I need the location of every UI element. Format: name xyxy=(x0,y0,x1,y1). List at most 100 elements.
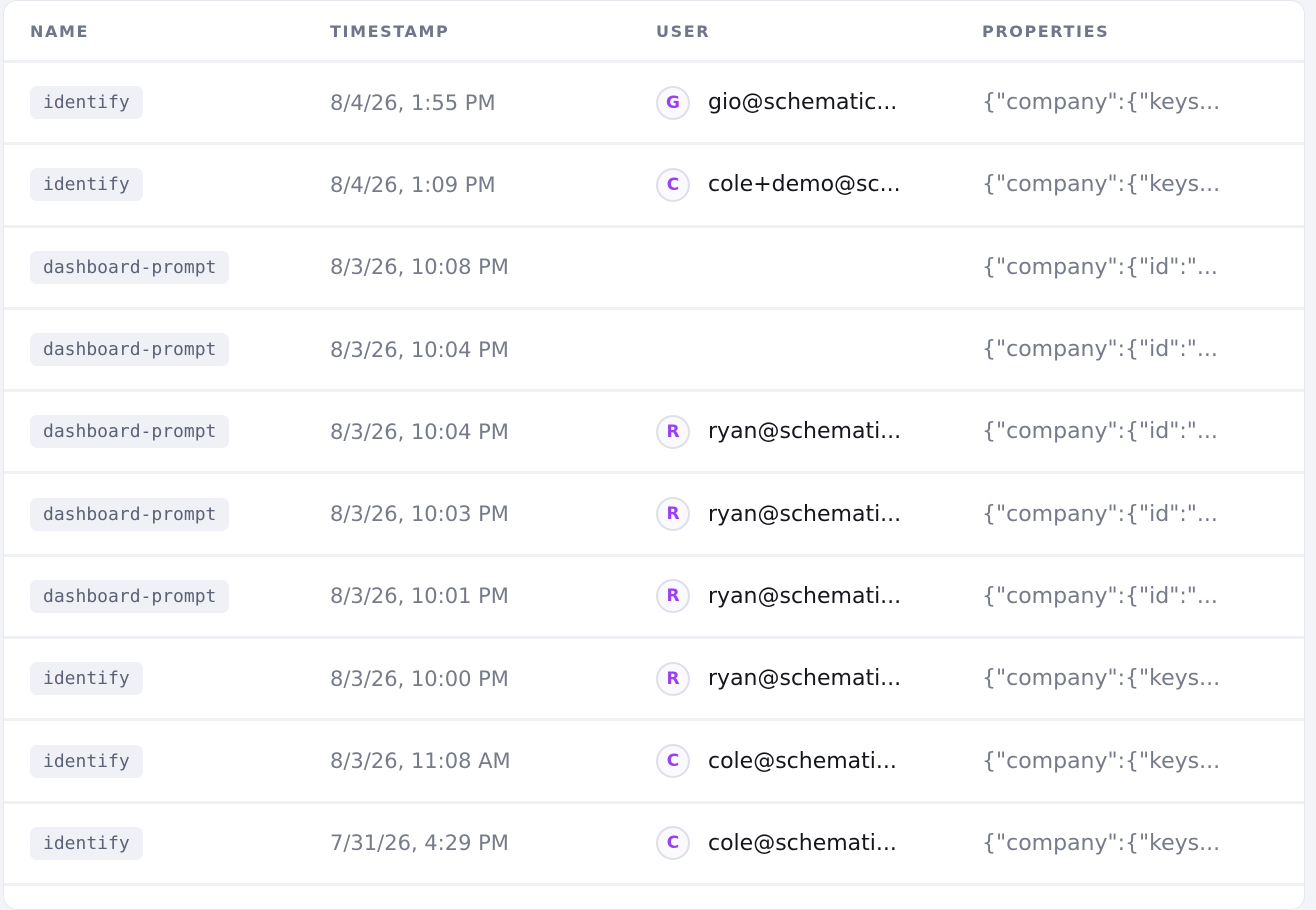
avatar: R xyxy=(656,414,690,449)
cell-timestamp: 8/3/26, 10:00 PM xyxy=(330,667,656,691)
event-name-tag: identify xyxy=(30,662,143,696)
avatar: R xyxy=(656,661,690,696)
cell-properties: {"company":{"keys... xyxy=(982,749,1304,774)
event-name-tag: dashboard-prompt xyxy=(30,250,230,284)
events-table: NAME TIMESTAMP USER PROPERTIES identify 8… xyxy=(3,0,1305,910)
user-email-link[interactable]: gio@schematic... xyxy=(708,90,897,115)
timestamp-text: 7/31/26, 4:29 PM xyxy=(330,831,509,856)
cell-timestamp: 8/3/26, 10:03 PM xyxy=(330,502,656,526)
table-row[interactable]: dashboard-prompt 8/3/26, 10:08 PM {"compan… xyxy=(4,228,1304,310)
cell-properties: {"company":{"id":"... xyxy=(982,502,1304,527)
timestamp-text: 8/3/26, 10:04 PM xyxy=(330,337,509,362)
cell-name: identify xyxy=(4,662,330,696)
properties-json: {"company":{"keys... xyxy=(982,830,1221,856)
cell-user: Rryan@schemati... xyxy=(656,497,982,532)
table-row[interactable]: identify 8/3/26, 11:08 AM Ccole@schemati..… xyxy=(4,721,1304,804)
user-email-link[interactable]: ryan@schemati... xyxy=(708,502,901,527)
cell-name: identify xyxy=(4,826,330,860)
avatar: C xyxy=(656,826,690,861)
event-name-tag: identify xyxy=(30,86,143,120)
properties-json: {"company":{"keys... xyxy=(982,748,1221,774)
column-header-properties[interactable]: PROPERTIES xyxy=(982,22,1304,40)
event-name-tag: dashboard-prompt xyxy=(30,415,230,449)
properties-json: {"company":{"id":"... xyxy=(982,583,1218,609)
cell-user: Ccole@schemati... xyxy=(656,826,982,861)
cell-properties: {"company":{"id":"... xyxy=(982,419,1304,444)
cell-timestamp: 8/3/26, 10:01 PM xyxy=(330,584,656,608)
user-email-link[interactable]: ryan@schemati... xyxy=(708,419,901,444)
properties-json: {"company":{"keys... xyxy=(982,90,1221,116)
timestamp-text: 8/3/26, 10:04 PM xyxy=(330,419,509,444)
avatar: R xyxy=(656,579,690,614)
timestamp-text: 8/3/26, 10:01 PM xyxy=(330,584,509,609)
event-name-tag: identify xyxy=(30,826,143,860)
user-email-link[interactable]: ryan@schemati... xyxy=(708,666,901,691)
cell-name: dashboard-prompt xyxy=(4,415,330,449)
column-header-name[interactable]: NAME xyxy=(4,22,330,40)
timestamp-text: 8/3/26, 10:08 PM xyxy=(330,255,509,280)
properties-json: {"company":{"keys... xyxy=(982,172,1221,198)
cell-properties: {"company":{"id":"... xyxy=(982,584,1304,609)
user-email-link[interactable]: cole@schemati... xyxy=(708,749,897,774)
timestamp-text: 8/3/26, 10:00 PM xyxy=(330,666,509,691)
table-row[interactable]: identify 8/4/26, 1:55 PM Ggio@schematic...… xyxy=(4,63,1304,146)
table-row[interactable]: dashboard-prompt 8/3/26, 10:04 PM {"compan… xyxy=(4,310,1304,393)
table-row[interactable]: dashboard-prompt 8/3/26, 10:01 PM Rryan@sc… xyxy=(4,557,1304,640)
cell-name: dashboard-prompt xyxy=(4,333,330,367)
cell-properties: {"company":{"keys... xyxy=(982,831,1304,856)
column-header-timestamp[interactable]: TIMESTAMP xyxy=(330,22,656,40)
cell-timestamp: 8/3/26, 11:08 AM xyxy=(330,749,656,773)
cell-name: identify xyxy=(4,86,330,120)
properties-json: {"company":{"id":"... xyxy=(982,501,1218,527)
properties-json: {"company":{"id":"... xyxy=(982,254,1218,280)
table-row[interactable]: dashboard-prompt 8/3/26, 10:03 PM Rryan@sc… xyxy=(4,474,1304,557)
cell-name: identify xyxy=(4,168,330,202)
cell-user: Rryan@schemati... xyxy=(656,414,982,449)
cell-timestamp: 8/3/26, 10:04 PM xyxy=(330,338,656,362)
event-name-tag: identify xyxy=(30,168,143,202)
cell-properties: {"company":{"keys... xyxy=(982,666,1304,691)
cell-user: Ccole+demo@sc... xyxy=(656,167,982,202)
cell-properties: {"company":{"keys... xyxy=(982,90,1304,115)
user-email-link[interactable]: cole+demo@sc... xyxy=(708,172,901,197)
table-row[interactable]: dashboard-prompt 8/3/26, 10:04 PM Rryan@sc… xyxy=(4,392,1304,475)
cell-user: Rryan@schemati... xyxy=(656,579,982,614)
event-name-tag: identify xyxy=(30,744,143,778)
avatar: C xyxy=(656,744,690,779)
properties-json: {"company":{"id":"... xyxy=(982,419,1218,445)
table-row[interactable]: identify 8/3/26, 10:00 PM Rryan@schemati..… xyxy=(4,639,1304,722)
event-name-tag: dashboard-prompt xyxy=(30,497,230,531)
cell-properties: {"company":{"id":"... xyxy=(982,255,1304,280)
properties-json: {"company":{"id":"... xyxy=(982,337,1218,363)
user-email-link[interactable]: ryan@schemati... xyxy=(708,584,901,609)
column-header-user[interactable]: USER xyxy=(656,22,982,40)
user-email-link[interactable]: cole@schemati... xyxy=(708,831,897,856)
cell-timestamp: 7/31/26, 4:29 PM xyxy=(330,831,656,855)
cell-timestamp: 8/3/26, 10:04 PM xyxy=(330,420,656,444)
table-row[interactable]: identify 8/4/26, 1:09 PM Ccole+demo@sc...{… xyxy=(4,145,1304,228)
cell-user: Rryan@schemati... xyxy=(656,661,982,696)
avatar: G xyxy=(656,85,690,120)
cell-timestamp: 8/4/26, 1:09 PM xyxy=(330,173,656,197)
event-name-tag: dashboard-prompt xyxy=(30,579,230,613)
table-row[interactable]: identify 7/31/26, 4:29 PM Ccole@schemati..… xyxy=(4,804,1304,886)
properties-json: {"company":{"keys... xyxy=(982,666,1221,692)
table-body: identify 8/4/26, 1:55 PM Ggio@schematic...… xyxy=(4,63,1304,886)
cell-name: identify xyxy=(4,744,330,778)
cell-name: dashboard-prompt xyxy=(4,579,330,613)
cell-timestamp: 8/4/26, 1:55 PM xyxy=(330,91,656,115)
table-header: NAME TIMESTAMP USER PROPERTIES xyxy=(4,1,1304,63)
cell-name: dashboard-prompt xyxy=(4,250,330,284)
avatar: C xyxy=(656,167,690,202)
timestamp-text: 8/4/26, 1:09 PM xyxy=(330,172,496,197)
timestamp-text: 8/3/26, 11:08 AM xyxy=(330,749,511,774)
cell-timestamp: 8/3/26, 10:08 PM xyxy=(330,255,656,279)
timestamp-text: 8/3/26, 10:03 PM xyxy=(330,502,509,527)
timestamp-text: 8/4/26, 1:55 PM xyxy=(330,90,496,115)
cell-user: Ggio@schematic... xyxy=(656,85,982,120)
cell-name: dashboard-prompt xyxy=(4,497,330,531)
cell-properties: {"company":{"keys... xyxy=(982,172,1304,197)
avatar: R xyxy=(656,497,690,532)
cell-user: Ccole@schemati... xyxy=(656,744,982,779)
event-name-tag: dashboard-prompt xyxy=(30,333,230,367)
